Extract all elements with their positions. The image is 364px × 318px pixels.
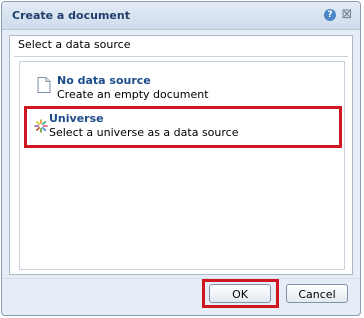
content-panel: Select a data source No data source Crea… [9,35,353,275]
document-icon [37,77,51,93]
section-divider [14,56,348,57]
option-title: No data source [57,74,151,87]
ok-button[interactable]: OK [209,284,271,303]
section-label: Select a data source [18,38,131,51]
option-description: Select a universe as a data source [49,126,239,139]
cancel-button[interactable]: Cancel [286,284,348,303]
universe-icon [34,119,48,135]
option-title: Universe [49,112,104,125]
close-icon[interactable]: ⊠ [341,8,353,22]
option-universe[interactable]: Universe Select a universe as a data sou… [24,106,342,148]
dialog-title: Create a document [12,9,130,22]
option-description: Create an empty document [57,88,209,101]
footer-divider [2,278,360,279]
create-document-dialog: Create a document ? ⊠ Select a data sour… [1,1,361,316]
dialog-titlebar: Create a document ? ⊠ [2,2,360,30]
help-icon[interactable]: ? [324,9,336,21]
data-source-list: No data source Create an empty document [19,61,345,270]
option-no-data-source[interactable]: No data source Create an empty document [30,68,334,106]
